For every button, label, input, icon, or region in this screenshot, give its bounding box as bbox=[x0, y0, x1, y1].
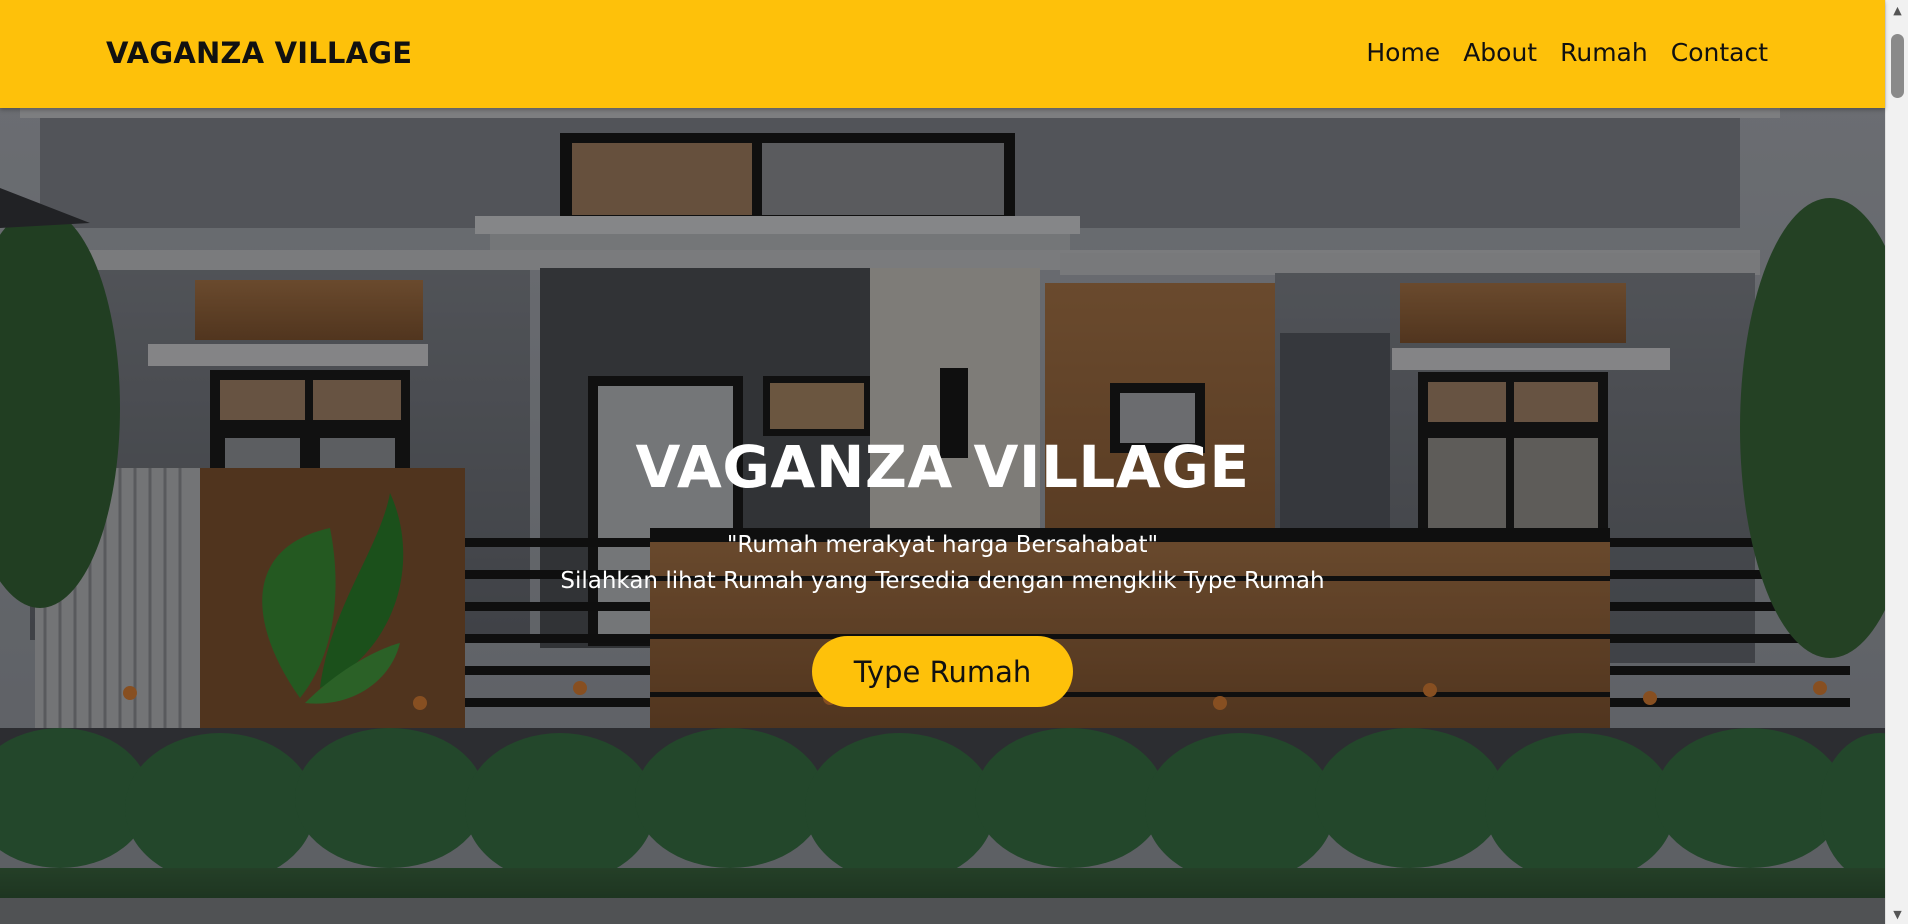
nav-link-home[interactable]: Home bbox=[1366, 38, 1440, 67]
brand-logo-text[interactable]: VAGANZA VILLAGE bbox=[106, 36, 412, 70]
nav-links: Home About Rumah Contact bbox=[1366, 38, 1768, 67]
hero-content: VAGANZA VILLAGE "Rumah merakyat harga Be… bbox=[0, 108, 1885, 924]
hero-section: VAGANZA VILLAGE "Rumah merakyat harga Be… bbox=[0, 108, 1885, 924]
navbar: VAGANZA VILLAGE Home About Rumah Contact bbox=[0, 0, 1885, 108]
hero-tagline: "Rumah merakyat harga Bersahabat" bbox=[726, 532, 1159, 558]
page-scrollbar[interactable]: ▲ ▼ bbox=[1885, 0, 1908, 924]
nav-link-about[interactable]: About bbox=[1463, 38, 1537, 67]
chevron-down-icon[interactable]: ▼ bbox=[1886, 904, 1908, 924]
type-rumah-button[interactable]: Type Rumah bbox=[812, 636, 1073, 707]
hero-description: Silahkan lihat Rumah yang Tersedia denga… bbox=[560, 568, 1325, 594]
scrollbar-thumb[interactable] bbox=[1891, 34, 1904, 98]
nav-link-rumah[interactable]: Rumah bbox=[1560, 38, 1648, 67]
nav-link-contact[interactable]: Contact bbox=[1671, 38, 1768, 67]
hero-title: VAGANZA VILLAGE bbox=[635, 433, 1250, 501]
page: VAGANZA VILLAGE Home About Rumah Contact bbox=[0, 0, 1908, 924]
chevron-up-icon[interactable]: ▲ bbox=[1886, 0, 1908, 20]
